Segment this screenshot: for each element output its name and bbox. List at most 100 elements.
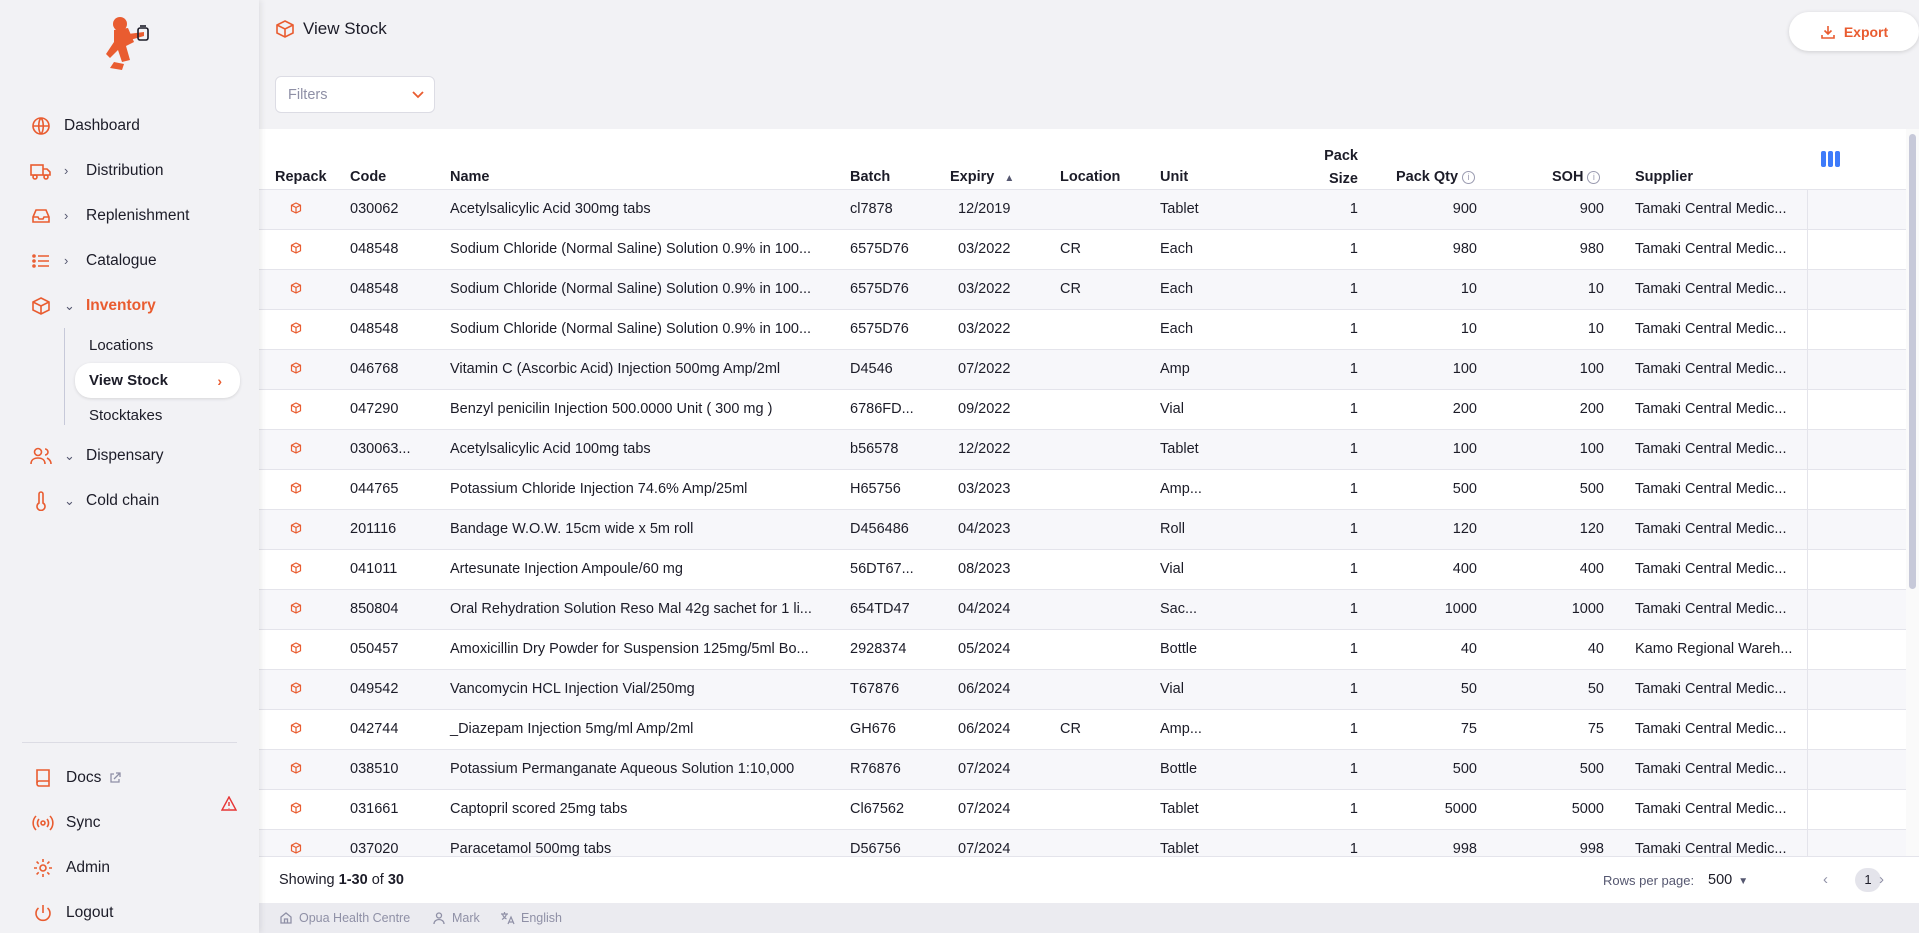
nav-logout[interactable]: Logout xyxy=(0,890,259,933)
col-soh-label: SOH xyxy=(1552,169,1584,185)
repack-icon[interactable] xyxy=(290,322,302,334)
nav-dashboard[interactable]: Dashboard xyxy=(0,103,259,148)
repack-icon[interactable] xyxy=(290,602,302,614)
repack-icon[interactable] xyxy=(290,682,302,694)
cell-expiry: 03/2022 xyxy=(958,321,1011,337)
row-divider xyxy=(1807,430,1808,469)
sidebar: Dashboard › Distribution › Replenishment… xyxy=(0,0,259,933)
nav-docs[interactable]: Docs xyxy=(0,755,259,800)
cell-batch: Cl67562 xyxy=(850,801,905,817)
col-repack[interactable]: Repack xyxy=(275,169,327,185)
chevron-down-icon: ⌄ xyxy=(64,492,75,508)
truck-icon xyxy=(30,160,52,182)
page-title-text: View Stock xyxy=(303,19,387,38)
globe-icon xyxy=(30,115,52,137)
cell-unit: Each xyxy=(1160,241,1194,257)
row-divider xyxy=(1807,550,1808,589)
table-row[interactable]: 049542 Vancomycin HCL Injection Vial/250m… xyxy=(259,670,1906,710)
page-1-button[interactable]: 1 xyxy=(1855,868,1881,892)
repack-icon[interactable] xyxy=(290,642,302,654)
subnav-locations[interactable]: Locations xyxy=(64,328,259,363)
cell-code: 047290 xyxy=(350,401,399,417)
status-store[interactable]: Opua Health Centre xyxy=(279,911,410,925)
nav-admin[interactable]: Admin xyxy=(0,845,259,890)
info-icon[interactable]: i xyxy=(1462,171,1476,184)
table-row[interactable]: 050457 Amoxicillin Dry Powder for Suspens… xyxy=(259,630,1906,670)
repack-icon[interactable] xyxy=(290,802,302,814)
repack-icon[interactable] xyxy=(290,722,302,734)
showing-range: 1-30 xyxy=(338,872,368,888)
col-batch[interactable]: Batch xyxy=(850,169,890,185)
col-code[interactable]: Code xyxy=(350,169,386,185)
prev-page-button[interactable]: ‹ xyxy=(1823,871,1828,888)
table-scrollbar[interactable] xyxy=(1906,129,1919,856)
next-page-button[interactable]: › xyxy=(1879,871,1884,888)
cell-pack-qty: 50 xyxy=(1460,681,1477,697)
col-soh[interactable]: SOH i xyxy=(1552,169,1601,185)
nav-cold-chain[interactable]: ⌄ Cold chain xyxy=(0,478,259,523)
col-name[interactable]: Name xyxy=(450,169,490,185)
table-row[interactable]: 042744 _Diazepam Injection 5mg/ml Amp/2ml… xyxy=(259,710,1906,750)
repack-icon[interactable] xyxy=(290,202,302,214)
column-picker-icon[interactable] xyxy=(1821,151,1840,167)
repack-icon[interactable] xyxy=(290,282,302,294)
repack-icon[interactable] xyxy=(290,842,302,854)
status-language[interactable]: English xyxy=(500,911,562,925)
repack-icon[interactable] xyxy=(290,242,302,254)
table-row[interactable]: 037020 Paracetamol 500mg tabs D56756 07/202… xyxy=(259,830,1906,856)
nav-catalogue[interactable]: › Catalogue xyxy=(0,238,259,283)
col-pack-size[interactable]: Pack Size xyxy=(1294,145,1358,191)
repack-icon[interactable] xyxy=(290,562,302,574)
col-pack-qty[interactable]: Pack Qty i xyxy=(1396,169,1476,185)
nav-distribution[interactable]: › Distribution xyxy=(0,148,259,193)
table-row[interactable]: 048548 Sodium Chloride (Normal Saline) So… xyxy=(259,230,1906,270)
status-language-text: English xyxy=(521,911,562,925)
cell-expiry: 06/2024 xyxy=(958,681,1011,697)
table-row[interactable]: 041011 Artesunate Injection Ampoule/60 mg… xyxy=(259,550,1906,590)
info-icon[interactable]: i xyxy=(1587,171,1601,184)
repack-icon[interactable] xyxy=(290,482,302,494)
repack-icon[interactable] xyxy=(290,402,302,414)
cell-name: Acetylsalicylic Acid 300mg tabs xyxy=(450,201,651,217)
nav-dispensary[interactable]: ⌄ Dispensary xyxy=(0,433,259,478)
table-row[interactable]: 030062 Acetylsalicylic Acid 300mg tabs cl7… xyxy=(259,190,1906,230)
col-location[interactable]: Location xyxy=(1060,169,1120,185)
nav-inventory[interactable]: ⌄ Inventory xyxy=(0,283,259,328)
subnav-stocktakes[interactable]: Stocktakes xyxy=(64,398,259,433)
cell-soh: 120 xyxy=(1579,521,1604,537)
repack-icon[interactable] xyxy=(290,762,302,774)
cell-pack-qty: 120 xyxy=(1452,521,1477,537)
table-row[interactable]: 038510 Potassium Permanganate Aqueous Sol… xyxy=(259,750,1906,790)
table-row[interactable]: 046768 Vitamin C (Ascorbic Acid) Injectio… xyxy=(259,350,1906,390)
rows-per-page-select[interactable]: 500 ▼ xyxy=(1708,872,1748,888)
cell-unit: Tablet xyxy=(1160,441,1199,457)
table-row[interactable]: 201116 Bandage W.O.W. 15cm wide x 5m roll… xyxy=(259,510,1906,550)
cell-name: Sodium Chloride (Normal Saline) Solution… xyxy=(450,241,812,257)
table-row[interactable]: 047290 Benzyl penicilin Injection 500.000… xyxy=(259,390,1906,430)
table-row[interactable]: 031661 Captopril scored 25mg tabs Cl67562 0… xyxy=(259,790,1906,830)
scrollbar-thumb[interactable] xyxy=(1909,134,1916,589)
cell-pack-size: 1 xyxy=(1349,761,1358,777)
col-unit[interactable]: Unit xyxy=(1160,169,1188,185)
row-divider xyxy=(1807,350,1808,389)
repack-icon[interactable] xyxy=(290,362,302,374)
repack-icon[interactable] xyxy=(290,522,302,534)
cell-code: 049542 xyxy=(350,681,399,697)
sync-warning-icon[interactable] xyxy=(220,795,238,815)
table-row[interactable]: 030063... Acetylsalicylic Acid 100mg tabs… xyxy=(259,430,1906,470)
table-row[interactable]: 048548 Sodium Chloride (Normal Saline) So… xyxy=(259,310,1906,350)
nav-logout-label: Logout xyxy=(66,903,114,921)
repack-icon[interactable] xyxy=(290,442,302,454)
filters-dropdown[interactable]: Filters xyxy=(275,76,435,113)
export-button[interactable]: Export xyxy=(1789,12,1919,51)
table-row[interactable]: 850804 Oral Rehydration Solution Reso Mal… xyxy=(259,590,1906,630)
status-user[interactable]: Mark xyxy=(432,911,480,925)
table-row[interactable]: 044765 Potassium Chloride Injection 74.6%… xyxy=(259,470,1906,510)
subnav-view-stock[interactable]: View Stock › xyxy=(75,363,240,398)
cell-soh: 1000 xyxy=(1571,601,1604,617)
col-supplier[interactable]: Supplier xyxy=(1635,169,1693,185)
table-row[interactable]: 048548 Sodium Chloride (Normal Saline) So… xyxy=(259,270,1906,310)
cell-supplier: Tamaki Central Medic... xyxy=(1635,761,1787,777)
col-expiry[interactable]: Expiry ▲ xyxy=(950,169,1014,185)
nav-replenishment[interactable]: › Replenishment xyxy=(0,193,259,238)
